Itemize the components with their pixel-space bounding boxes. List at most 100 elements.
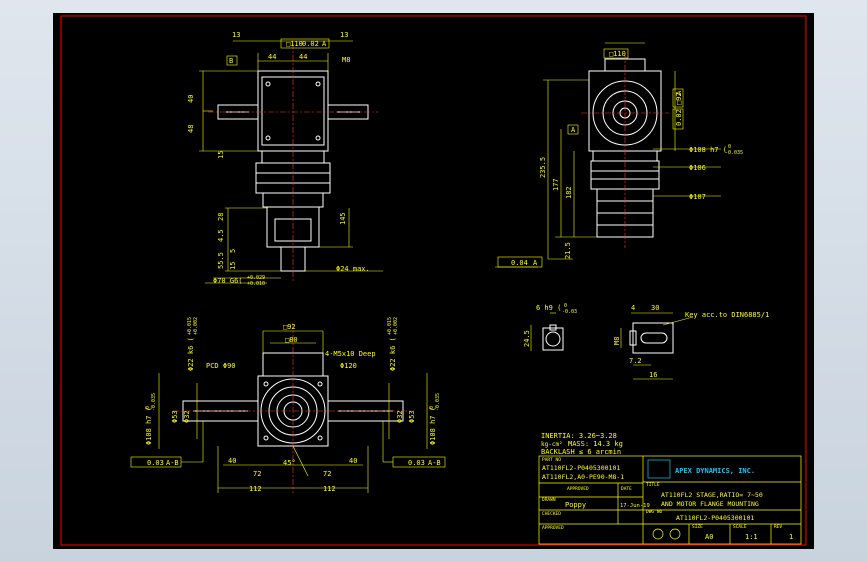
tb-size: A0	[705, 533, 713, 541]
dim-sq110: □110	[286, 40, 303, 48]
tb-company: APEX DYNAMICS, INC.	[675, 467, 755, 475]
note-mass: MASS: 14.3 kg	[568, 440, 623, 448]
drawing-svg: 13 □110 0.02 A 13 B 44 44 M8 40 48 15 28…	[60, 15, 807, 546]
tb-rev-label: REV	[774, 524, 782, 530]
dim-13a: 13	[232, 31, 240, 39]
tb-drawn-by: Poppy	[565, 501, 586, 509]
top-tol-0-03b: 0.03	[408, 459, 425, 467]
top-phi22a: Φ22 k6 (	[187, 337, 195, 371]
tb-scale: 1:1	[745, 533, 758, 541]
dim-5: 5	[229, 249, 237, 253]
top-phi22b: Φ22 k6 (	[389, 337, 397, 371]
side-tol-0-04: 0.04	[511, 259, 528, 267]
dim-m8: M8	[342, 56, 350, 64]
key-4: 4	[631, 304, 635, 312]
note-backlash: BACKLASH ≤ 6 arcmin	[541, 448, 621, 456]
side-sq110: □110	[609, 50, 626, 58]
side-datum-a2: A	[571, 126, 576, 134]
dim-44b: 44	[299, 53, 307, 61]
top-phi32a: Φ32	[183, 410, 191, 423]
key-16: 16	[649, 371, 657, 379]
side-phi108-fit-bot: -0.035	[725, 150, 743, 156]
note-inertia: INERTIA: 3.26~3.28	[541, 432, 617, 440]
top-ab-b: A-B	[428, 459, 441, 467]
tb-checked-label: CHECKED	[542, 511, 561, 517]
tb-title-label: TITLE	[646, 482, 660, 488]
dim-40: 40	[187, 95, 195, 103]
dim-4-5: 4.5	[217, 229, 225, 242]
top-left-text: 13 □110 0.02 A 13 B 44 44 M8 40 48 15 28…	[187, 31, 370, 287]
top-fit22-bot-b: +0.002	[393, 317, 399, 335]
key-30: 30	[651, 304, 659, 312]
dim-44a: 44	[268, 53, 276, 61]
tol-0-02: 0.02	[302, 40, 319, 48]
tb-title-1: AT110FL2 STAGE,RATIO= 7~50	[661, 491, 763, 499]
top-pcd: PCD Φ90	[206, 362, 236, 370]
top-phi108b: Φ108 h7 (	[429, 407, 437, 445]
tb-date-label: DATE	[621, 486, 632, 492]
top-ab-a: A-B	[166, 459, 179, 467]
key-7-2: 7.2	[629, 357, 642, 365]
tb-drawn-label: DRAWN	[542, 497, 556, 503]
top-sq80: □80	[285, 336, 298, 344]
key-fit6-bot: -0.03	[562, 309, 577, 315]
key-views	[542, 322, 674, 354]
side-phi108: Φ108 h7 (	[689, 146, 727, 154]
top-72b: 72	[323, 470, 331, 478]
top-fit22-bot-a: +0.002	[193, 317, 199, 335]
dim-phi70: Φ70 G6(	[213, 277, 243, 285]
top-72a: 72	[253, 470, 261, 478]
top-phi53b: Φ53	[408, 410, 416, 423]
dim-phi24: Φ24 max.	[336, 265, 370, 273]
tb-title-2: AND MOTOR FLANGE MOUNTING	[661, 500, 759, 508]
top-fit108-bot-b: -0.035	[435, 393, 441, 411]
key-6h9: 6 h9 (	[536, 304, 561, 312]
drawing-canvas[interactable]: 13 □110 0.02 A 13 B 44 44 M8 40 48 15 28…	[53, 13, 814, 549]
side-datum-a3: A	[533, 259, 538, 267]
fit-bot: +0.010	[247, 281, 265, 287]
dim-28: 28	[217, 213, 225, 221]
tb-dwg-no: AT110FL2-P0405300101	[676, 514, 754, 522]
tb-approved2-label: APPROVED	[542, 525, 564, 531]
key-m8: M8	[613, 337, 621, 345]
side-182: 182	[565, 186, 573, 199]
top-112b: 112	[323, 485, 336, 493]
title-block-text: PART NO AT110FL2-P0405300101 AT110FL2,A0…	[542, 457, 793, 541]
tb-dwg-label: DWG NO	[646, 509, 663, 515]
top-sq92: □92	[283, 323, 296, 331]
top-m5: 4-M5x10 Deep	[325, 350, 376, 358]
top-40b: 40	[349, 457, 357, 465]
tb-rev: 1	[789, 533, 793, 541]
side-phi107: Φ107	[689, 193, 706, 201]
dim-55-5: 55.5	[217, 252, 225, 269]
dim-15b: 15	[229, 262, 237, 270]
note-kgcm2: kg-cm²	[541, 441, 563, 448]
tb-part-no-label: PART NO	[542, 457, 561, 463]
top-phi120: Φ120	[340, 362, 357, 370]
tb-part-no-1: AT110FL2-P0405300101	[542, 464, 620, 472]
top-right-text: □110 □92 A 0.02 Φ108 h7 ( 0 -0.035 Φ106 …	[511, 50, 743, 267]
tb-approved-label: APPROVED	[567, 486, 589, 492]
side-21-5: 21.5	[564, 242, 572, 259]
side-235-5: 235.5	[539, 157, 547, 178]
side-phi106: Φ106	[689, 164, 706, 172]
key-note: Key acc.to DIN6885/1	[685, 311, 769, 319]
side-tol-0-02: 0.02	[675, 109, 683, 126]
tb-size-label: SIZE	[692, 524, 703, 530]
top-right-dims	[495, 42, 721, 268]
side-datum-a: A	[675, 90, 683, 95]
top-112a: 112	[249, 485, 262, 493]
bottom-left-centerlines	[173, 323, 413, 493]
top-fit108-bot-a: -0.035	[151, 393, 157, 411]
cad-window: 13 □110 0.02 A 13 B 44 44 M8 40 48 15 28…	[0, 0, 867, 562]
dim-48: 48	[187, 125, 195, 133]
top-left-centerlines	[208, 43, 378, 281]
tb-drawn-date: 17-Jun-19	[620, 503, 650, 509]
top-phi32b: Φ32	[396, 410, 404, 423]
notes: INERTIA: 3.26~3.28 kg-cm² MASS: 14.3 kg …	[541, 432, 623, 456]
tb-scale-label: SCALE	[733, 524, 747, 530]
dim-15: 15	[217, 151, 225, 159]
side-177: 177	[552, 178, 560, 191]
tb-part-no-2: AT110FL2,A0-PE90-M8-1	[542, 473, 624, 481]
dim-145: 145	[339, 212, 347, 225]
